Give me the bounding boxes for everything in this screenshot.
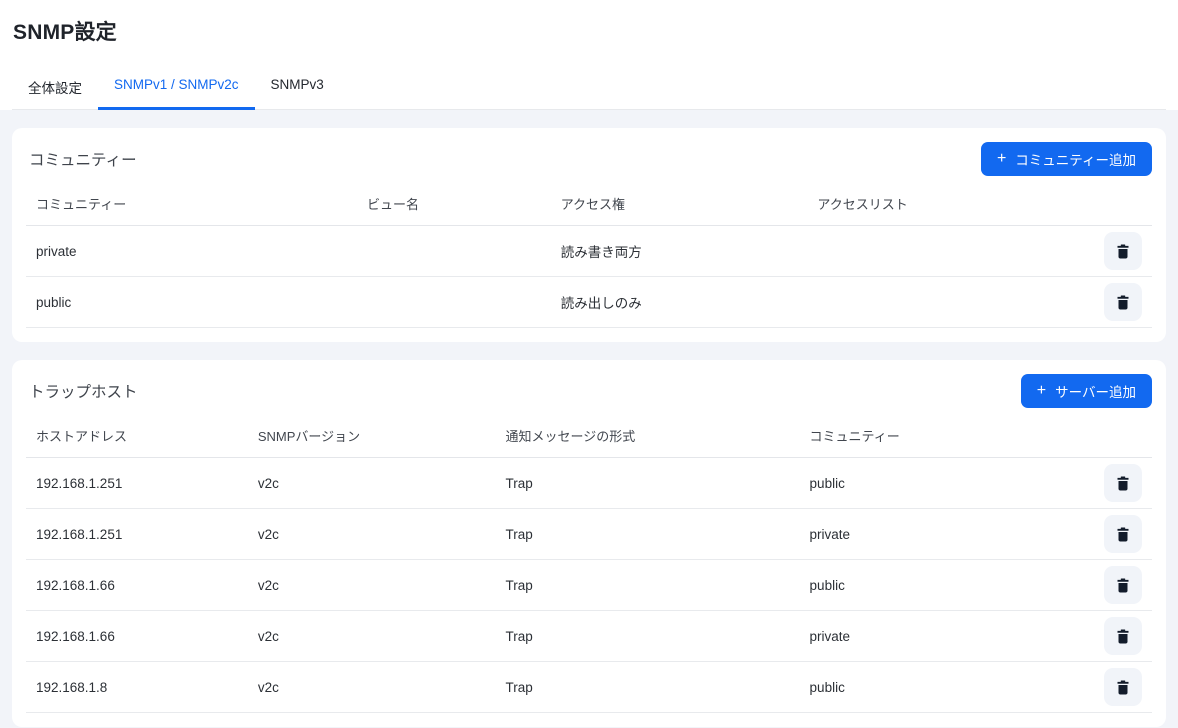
- community-cell: public: [26, 277, 357, 328]
- message-format-cell: Trap: [496, 509, 800, 560]
- view-name-cell: [357, 277, 551, 328]
- delete-community-button[interactable]: [1104, 232, 1142, 270]
- community-cell: private: [800, 611, 1088, 662]
- add-server-button[interactable]: + サーバー追加: [1021, 374, 1152, 408]
- community-cell: public: [800, 662, 1088, 713]
- community-cell: public: [800, 458, 1088, 509]
- tab-snmpv3[interactable]: SNMPv3: [255, 66, 340, 109]
- trash-icon: [1115, 294, 1131, 310]
- trash-icon: [1115, 679, 1131, 695]
- column-header-message-format: 通知メッセージの形式: [496, 416, 800, 458]
- add-server-button-label: サーバー追加: [1055, 381, 1136, 401]
- column-header-actions: [1088, 184, 1152, 226]
- host-address-cell: 192.168.1.251: [26, 458, 248, 509]
- snmp-version-cell: v2c: [248, 458, 496, 509]
- table-row: private 読み書き両方: [26, 226, 1152, 277]
- message-format-cell: Trap: [496, 662, 800, 713]
- table-row: 192.168.1.251 v2c Trap public: [26, 458, 1152, 509]
- column-header-community: コミュニティー: [800, 416, 1088, 458]
- host-address-cell: 192.168.1.66: [26, 560, 248, 611]
- table-row: public 読み出しのみ: [26, 277, 1152, 328]
- community-cell: private: [26, 226, 357, 277]
- host-address-cell: 192.168.1.66: [26, 611, 248, 662]
- trash-icon: [1115, 243, 1131, 259]
- table-row: 192.168.1.251 v2c Trap private: [26, 509, 1152, 560]
- snmp-version-cell: v2c: [248, 662, 496, 713]
- column-header-view-name: ビュー名: [357, 184, 551, 226]
- column-header-community: コミュニティー: [26, 184, 357, 226]
- column-header-access-right: アクセス権: [551, 184, 808, 226]
- column-header-snmp-version: SNMPバージョン: [248, 416, 496, 458]
- table-row: 192.168.1.66 v2c Trap private: [26, 611, 1152, 662]
- tab-general-settings[interactable]: 全体設定: [12, 66, 98, 109]
- trap-host-section: トラップホスト + サーバー追加 ホストアドレス SNMPバージョン 通知メッセ…: [12, 360, 1166, 727]
- page-title: SNMP設定: [13, 16, 1178, 46]
- tab-bar: 全体設定 SNMPv1 / SNMPv2c SNMPv3: [12, 66, 1166, 110]
- trap-host-table-header-row: ホストアドレス SNMPバージョン 通知メッセージの形式 コミュニティー: [26, 416, 1152, 458]
- plus-icon: +: [997, 151, 1006, 167]
- community-section-title: コミュニティー: [26, 148, 137, 170]
- delete-server-button[interactable]: [1104, 668, 1142, 706]
- trap-host-table: ホストアドレス SNMPバージョン 通知メッセージの形式 コミュニティー 192…: [26, 416, 1152, 713]
- community-section-header: コミュニティー + コミュニティー追加: [26, 142, 1152, 176]
- community-section: コミュニティー + コミュニティー追加 コミュニティー ビュー名 アクセス権 ア…: [12, 128, 1166, 342]
- trap-host-section-header: トラップホスト + サーバー追加: [26, 374, 1152, 408]
- access-list-cell: [807, 226, 1088, 277]
- snmp-version-cell: v2c: [248, 611, 496, 662]
- plus-icon: +: [1037, 383, 1046, 399]
- column-header-host-address: ホストアドレス: [26, 416, 248, 458]
- community-table: コミュニティー ビュー名 アクセス権 アクセスリスト private 読み書き両…: [26, 184, 1152, 328]
- message-format-cell: Trap: [496, 560, 800, 611]
- trash-icon: [1115, 526, 1131, 542]
- access-right-cell: 読み書き両方: [551, 226, 808, 277]
- table-row: 192.168.1.66 v2c Trap public: [26, 560, 1152, 611]
- tab-snmpv1-snmpv2c[interactable]: SNMPv1 / SNMPv2c: [98, 66, 255, 109]
- trash-icon: [1115, 577, 1131, 593]
- snmp-version-cell: v2c: [248, 560, 496, 611]
- community-cell: private: [800, 509, 1088, 560]
- snmp-version-cell: v2c: [248, 509, 496, 560]
- community-table-header-row: コミュニティー ビュー名 アクセス権 アクセスリスト: [26, 184, 1152, 226]
- view-name-cell: [357, 226, 551, 277]
- access-list-cell: [807, 277, 1088, 328]
- column-header-access-list: アクセスリスト: [807, 184, 1088, 226]
- delete-server-button[interactable]: [1104, 566, 1142, 604]
- host-address-cell: 192.168.1.8: [26, 662, 248, 713]
- delete-community-button[interactable]: [1104, 283, 1142, 321]
- community-cell: public: [800, 560, 1088, 611]
- host-address-cell: 192.168.1.251: [26, 509, 248, 560]
- trash-icon: [1115, 475, 1131, 491]
- trash-icon: [1115, 628, 1131, 644]
- message-format-cell: Trap: [496, 611, 800, 662]
- add-community-button[interactable]: + コミュニティー追加: [981, 142, 1152, 176]
- add-community-button-label: コミュニティー追加: [1015, 149, 1136, 169]
- trap-host-section-title: トラップホスト: [26, 380, 138, 402]
- column-header-actions: [1088, 416, 1152, 458]
- delete-server-button[interactable]: [1104, 464, 1142, 502]
- delete-server-button[interactable]: [1104, 515, 1142, 553]
- delete-server-button[interactable]: [1104, 617, 1142, 655]
- table-row: 192.168.1.8 v2c Trap public: [26, 662, 1152, 713]
- access-right-cell: 読み出しのみ: [551, 277, 808, 328]
- message-format-cell: Trap: [496, 458, 800, 509]
- page-header: SNMP設定 全体設定 SNMPv1 / SNMPv2c SNMPv3: [0, 0, 1178, 110]
